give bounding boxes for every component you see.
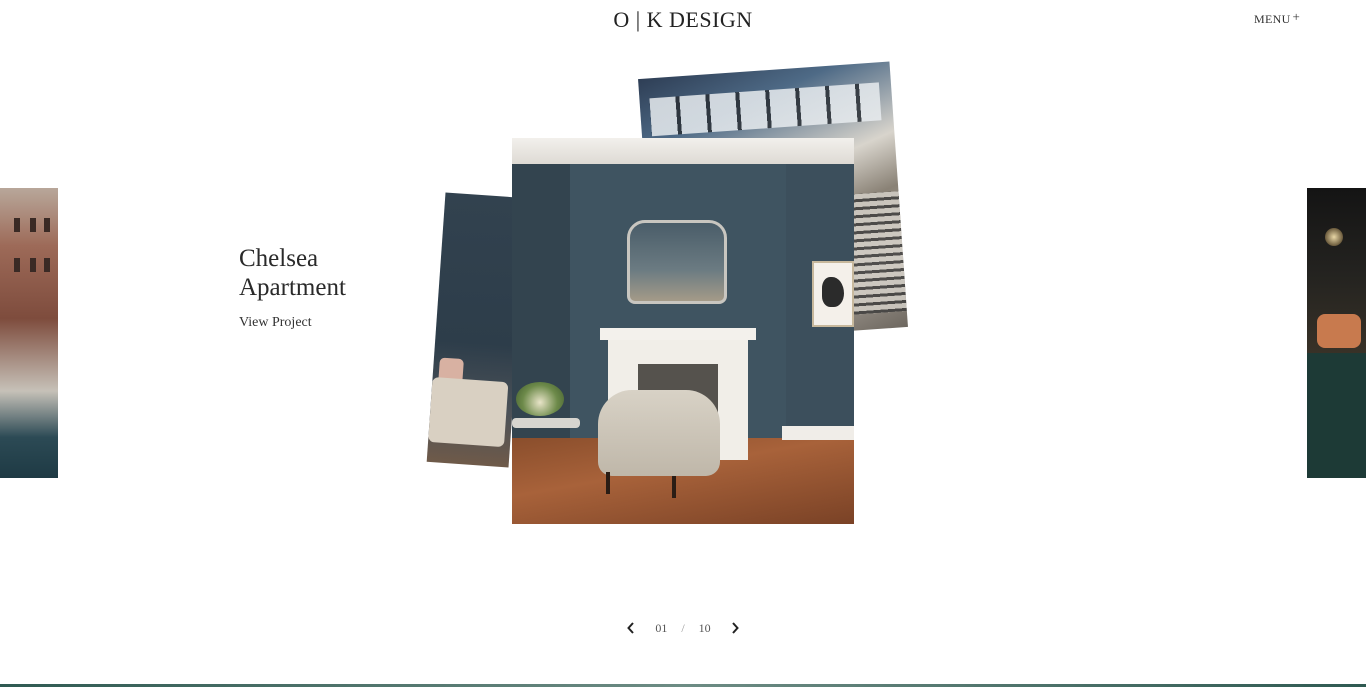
wall-art-shape bbox=[812, 261, 854, 327]
page: O | K DESIGN MENU + Chelsea Apartment Vie… bbox=[0, 0, 1366, 687]
window-shape bbox=[30, 258, 36, 272]
plus-icon: + bbox=[1292, 9, 1301, 24]
view-project-link[interactable]: View Project bbox=[239, 315, 312, 331]
site-logo[interactable]: O | K DESIGN bbox=[0, 7, 1366, 33]
previous-slide-image[interactable] bbox=[0, 188, 58, 478]
project-title[interactable]: Chelsea Apartment bbox=[239, 244, 399, 302]
window-shape bbox=[44, 258, 50, 272]
chair-leg-shape bbox=[672, 476, 676, 498]
ceiling-molding-shape bbox=[512, 138, 854, 164]
total-page-number: 10 bbox=[698, 620, 711, 635]
window-shape bbox=[30, 218, 36, 232]
plant-shape bbox=[516, 382, 564, 416]
armchair-shape bbox=[598, 390, 720, 476]
couch-shape bbox=[428, 377, 509, 448]
menu-label: MENU bbox=[1254, 12, 1291, 26]
chevron-right-icon[interactable] bbox=[723, 618, 747, 638]
current-page-number: 01 bbox=[655, 620, 668, 635]
project-image-main[interactable] bbox=[512, 138, 854, 524]
window-shape bbox=[14, 218, 20, 232]
slider-pagination: 01 / 10 bbox=[0, 618, 1366, 638]
lamp-shape bbox=[1325, 228, 1343, 246]
next-slide-image[interactable] bbox=[1307, 188, 1366, 478]
side-table-shape bbox=[512, 418, 580, 428]
mantel-shape bbox=[600, 328, 756, 340]
baseboard-shape bbox=[782, 426, 854, 440]
mirror-shape bbox=[627, 220, 727, 304]
chevron-left-icon[interactable] bbox=[619, 618, 643, 638]
menu-button[interactable]: MENU + bbox=[1254, 9, 1301, 27]
window-shape bbox=[44, 218, 50, 232]
pillow-shape bbox=[1317, 314, 1361, 348]
skylight-shape bbox=[649, 82, 882, 137]
chair-leg-shape bbox=[606, 472, 610, 494]
window-shape bbox=[14, 258, 20, 272]
page-separator: / bbox=[681, 620, 685, 635]
sofa-shape bbox=[1307, 353, 1366, 478]
